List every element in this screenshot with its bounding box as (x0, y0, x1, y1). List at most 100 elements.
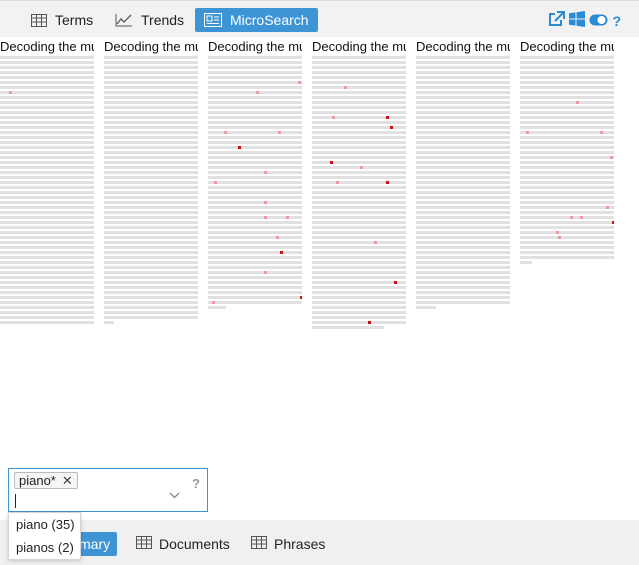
term-match-marker[interactable] (264, 271, 267, 274)
document-line (312, 296, 406, 299)
document-line (416, 111, 510, 114)
chevron-down-icon[interactable] (169, 486, 180, 502)
document-line (416, 236, 510, 239)
term-match-marker[interactable] (558, 236, 561, 239)
term-match-marker[interactable] (336, 181, 339, 184)
document-line (208, 246, 302, 249)
term-match-marker[interactable] (390, 126, 393, 129)
term-match-marker[interactable] (264, 171, 267, 174)
document-line (312, 301, 406, 304)
document-line (0, 116, 94, 119)
document-line (0, 311, 94, 314)
term-match-marker[interactable] (278, 131, 281, 134)
term-match-marker[interactable] (298, 81, 301, 84)
document-line (0, 101, 94, 104)
document-panel[interactable]: Decoding the music (416, 40, 510, 311)
term-match-marker[interactable] (394, 281, 397, 284)
tab-trends[interactable]: Trends (106, 8, 193, 32)
document-line (312, 211, 406, 214)
document-line (0, 221, 94, 224)
term-match-marker[interactable] (264, 216, 267, 219)
term-match-marker[interactable] (610, 156, 613, 159)
term-match-marker[interactable] (570, 216, 573, 219)
document-line (104, 126, 198, 129)
document-panel[interactable]: Decoding the music (312, 40, 406, 331)
search-box[interactable]: piano* ✕ ? (8, 468, 208, 512)
windows-icon[interactable] (569, 11, 586, 30)
search-term-label: piano* (19, 473, 56, 488)
toggle-icon[interactable] (589, 13, 608, 29)
term-match-marker[interactable] (374, 241, 377, 244)
search-input-cursor[interactable] (15, 494, 16, 508)
document-panel[interactable]: Decoding the music (0, 40, 94, 326)
export-icon[interactable] (548, 11, 566, 30)
term-match-marker[interactable] (212, 301, 215, 304)
suggestion-option[interactable]: piano (35) (9, 513, 80, 536)
document-line (416, 191, 510, 194)
document-line (104, 206, 198, 209)
term-match-marker[interactable] (606, 206, 609, 209)
term-match-marker[interactable] (526, 131, 529, 134)
document-line (520, 236, 614, 239)
document-line (312, 186, 406, 189)
term-match-marker[interactable] (224, 131, 227, 134)
document-line (104, 71, 198, 74)
document-line (520, 246, 614, 249)
tab-phrases[interactable]: Phrases (245, 532, 331, 556)
tab-documents[interactable]: Documents (130, 532, 236, 556)
document-panel[interactable]: Decoding the music (104, 40, 198, 326)
document-line (208, 76, 302, 79)
term-match-marker[interactable] (386, 116, 389, 119)
term-match-marker[interactable] (344, 86, 347, 89)
term-match-marker[interactable] (214, 181, 217, 184)
document-line (520, 141, 614, 144)
document-panel[interactable]: Decoding the music (208, 40, 302, 311)
help-icon[interactable]: ? (192, 476, 200, 491)
term-match-marker[interactable] (256, 91, 259, 94)
document-line (416, 201, 510, 204)
document-line (520, 261, 532, 264)
term-match-marker[interactable] (264, 201, 267, 204)
term-match-marker[interactable] (368, 321, 371, 324)
document-line (104, 236, 198, 239)
term-match-marker[interactable] (238, 146, 241, 149)
document-line (104, 256, 198, 259)
document-line (104, 121, 198, 124)
term-match-marker[interactable] (556, 231, 559, 234)
term-match-marker[interactable] (286, 216, 289, 219)
document-line (416, 176, 510, 179)
document-line (416, 156, 510, 159)
document-line (104, 296, 198, 299)
document-line (520, 56, 614, 59)
tab-microsearch[interactable]: MicroSearch (195, 8, 318, 32)
document-line (312, 206, 406, 209)
term-match-marker[interactable] (600, 131, 603, 134)
term-match-marker[interactable] (386, 181, 389, 184)
tab-terms[interactable]: Terms (22, 8, 102, 32)
document-line (0, 231, 94, 234)
document-title: Decoding the music (208, 40, 302, 54)
term-match-marker[interactable] (300, 296, 302, 299)
document-panel[interactable]: Decoding the music (520, 40, 614, 266)
close-icon[interactable]: ✕ (62, 473, 73, 489)
document-line (104, 136, 198, 139)
help-icon[interactable]: ? (612, 13, 621, 29)
document-line (208, 276, 302, 279)
document-line (104, 316, 198, 319)
document-line (104, 131, 198, 134)
document-line (312, 121, 406, 124)
term-match-marker[interactable] (280, 251, 283, 254)
term-match-marker[interactable] (9, 91, 12, 94)
term-match-marker[interactable] (332, 116, 335, 119)
suggestion-option[interactable]: pianos (2) (9, 536, 80, 559)
term-match-marker[interactable] (612, 221, 614, 224)
term-match-marker[interactable] (330, 161, 333, 164)
document-title: Decoding the music (0, 40, 94, 54)
document-lines (416, 56, 510, 309)
term-match-marker[interactable] (576, 101, 579, 104)
document-line (208, 81, 302, 84)
term-match-marker[interactable] (580, 216, 583, 219)
term-match-marker[interactable] (276, 236, 279, 239)
document-line (0, 66, 94, 69)
term-match-marker[interactable] (360, 166, 363, 169)
